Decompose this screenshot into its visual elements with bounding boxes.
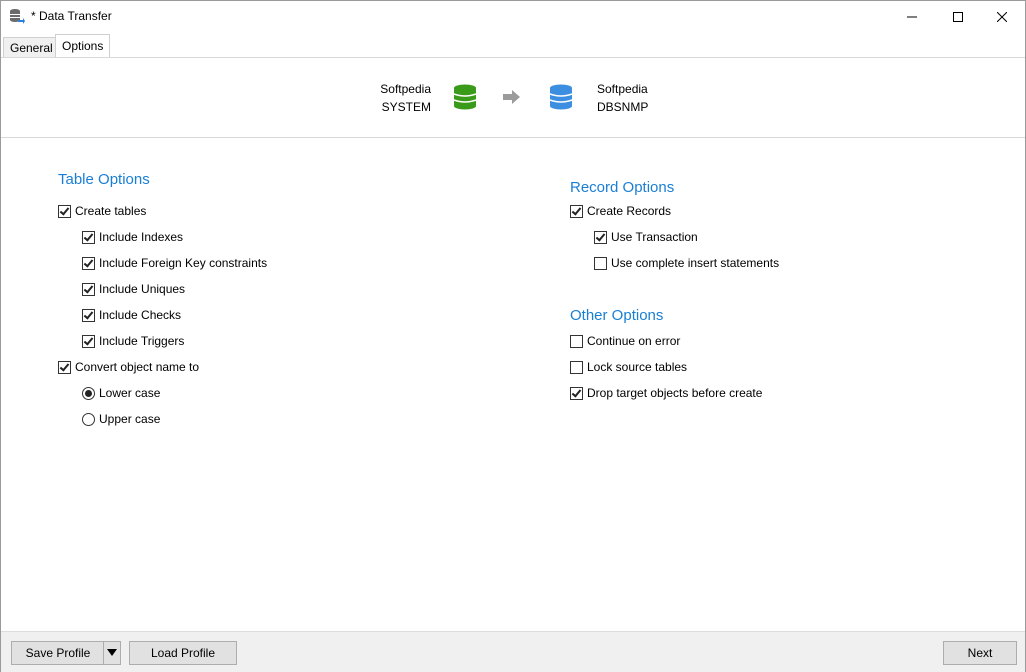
create-records-label: Create Records [587, 204, 672, 218]
include-fk-option[interactable]: Include Foreign Key constraints [82, 255, 267, 271]
include-fk-label: Include Foreign Key constraints [99, 256, 268, 270]
upper-case-label: Upper case [99, 412, 161, 426]
create-records-checkbox[interactable] [570, 204, 583, 218]
transfer-arrow-icon [503, 90, 521, 107]
convert-name-label: Convert object name to [75, 360, 200, 374]
minimize-icon [907, 16, 917, 17]
use-transaction-label: Use Transaction [611, 230, 698, 244]
tab-options[interactable]: Options [55, 34, 111, 59]
title-bar: * Data Transfer [1, 1, 1025, 32]
use-transaction-option[interactable]: Use Transaction [594, 229, 698, 245]
target-connection: Softpedia DBSNMP [597, 80, 648, 116]
create-tables-option[interactable]: Create tables [58, 203, 146, 219]
upper-case-radio[interactable] [82, 412, 95, 426]
include-indexes-label: Include Indexes [99, 230, 184, 244]
save-profile-dropdown-button[interactable] [103, 641, 121, 665]
table-options-heading: Table Options [58, 171, 150, 188]
footer-bar: Save Profile Load Profile Next [1, 631, 1025, 672]
save-profile-button[interactable]: Save Profile [11, 641, 105, 665]
complete-insert-label: Use complete insert statements [611, 256, 780, 270]
drop-target-option[interactable]: Drop target objects before create [570, 385, 762, 401]
tab-general[interactable]: General [3, 37, 60, 58]
lock-source-option[interactable]: Lock source tables [570, 359, 687, 375]
next-button[interactable]: Next [943, 641, 1017, 665]
create-records-option[interactable]: Create Records [570, 203, 671, 219]
lock-source-checkbox[interactable] [570, 360, 583, 374]
continue-on-error-label: Continue on error [587, 334, 681, 348]
create-tables-label: Create tables [75, 204, 147, 218]
continue-on-error-option[interactable]: Continue on error [570, 333, 680, 349]
close-icon [997, 11, 1007, 22]
convert-name-option[interactable]: Convert object name to [58, 359, 199, 375]
minimize-button[interactable] [889, 1, 935, 32]
window-title: * Data Transfer [31, 9, 112, 23]
load-profile-button[interactable]: Load Profile [129, 641, 237, 665]
include-indexes-option[interactable]: Include Indexes [82, 229, 183, 245]
use-transaction-checkbox[interactable] [594, 230, 607, 244]
include-uniques-label: Include Uniques [99, 282, 186, 296]
header-divider [1, 137, 1025, 138]
include-triggers-checkbox[interactable] [82, 334, 95, 348]
close-button[interactable] [979, 1, 1025, 32]
data-transfer-window: * Data Transfer General Options Softpedi… [0, 0, 1026, 672]
maximize-button[interactable] [935, 1, 981, 32]
lower-case-option[interactable]: Lower case [82, 385, 160, 401]
complete-insert-checkbox[interactable] [594, 256, 607, 270]
source-server: Softpedia [380, 82, 431, 96]
data-transfer-icon [9, 8, 25, 24]
include-triggers-label: Include Triggers [99, 334, 185, 348]
lower-case-radio[interactable] [82, 386, 95, 400]
drop-target-label: Drop target objects before create [587, 386, 763, 400]
include-checks-label: Include Checks [99, 308, 182, 322]
target-schema: DBSNMP [597, 100, 649, 114]
include-uniques-checkbox[interactable] [82, 282, 95, 296]
source-database-icon [453, 84, 477, 113]
convert-name-checkbox[interactable] [58, 360, 71, 374]
transfer-header: Softpedia SYSTEM Softpedia DBSNMP [1, 58, 1025, 137]
include-fk-checkbox[interactable] [82, 256, 95, 270]
include-triggers-option[interactable]: Include Triggers [82, 333, 184, 349]
source-schema: SYSTEM [381, 100, 431, 114]
other-options-heading: Other Options [570, 307, 664, 324]
maximize-icon [953, 11, 963, 22]
include-checks-option[interactable]: Include Checks [82, 307, 181, 323]
continue-on-error-checkbox[interactable] [570, 334, 583, 348]
complete-insert-option[interactable]: Use complete insert statements [594, 255, 779, 271]
record-options-heading: Record Options [570, 179, 675, 196]
upper-case-option[interactable]: Upper case [82, 411, 160, 427]
chevron-down-icon [107, 649, 117, 656]
target-server: Softpedia [597, 82, 648, 96]
lower-case-label: Lower case [99, 386, 161, 400]
target-database-icon [549, 84, 573, 113]
include-uniques-option[interactable]: Include Uniques [82, 281, 185, 297]
lock-source-label: Lock source tables [587, 360, 688, 374]
include-indexes-checkbox[interactable] [82, 230, 95, 244]
drop-target-checkbox[interactable] [570, 386, 583, 400]
include-checks-checkbox[interactable] [82, 308, 95, 322]
source-connection: Softpedia SYSTEM [380, 80, 431, 116]
create-tables-checkbox[interactable] [58, 204, 71, 218]
